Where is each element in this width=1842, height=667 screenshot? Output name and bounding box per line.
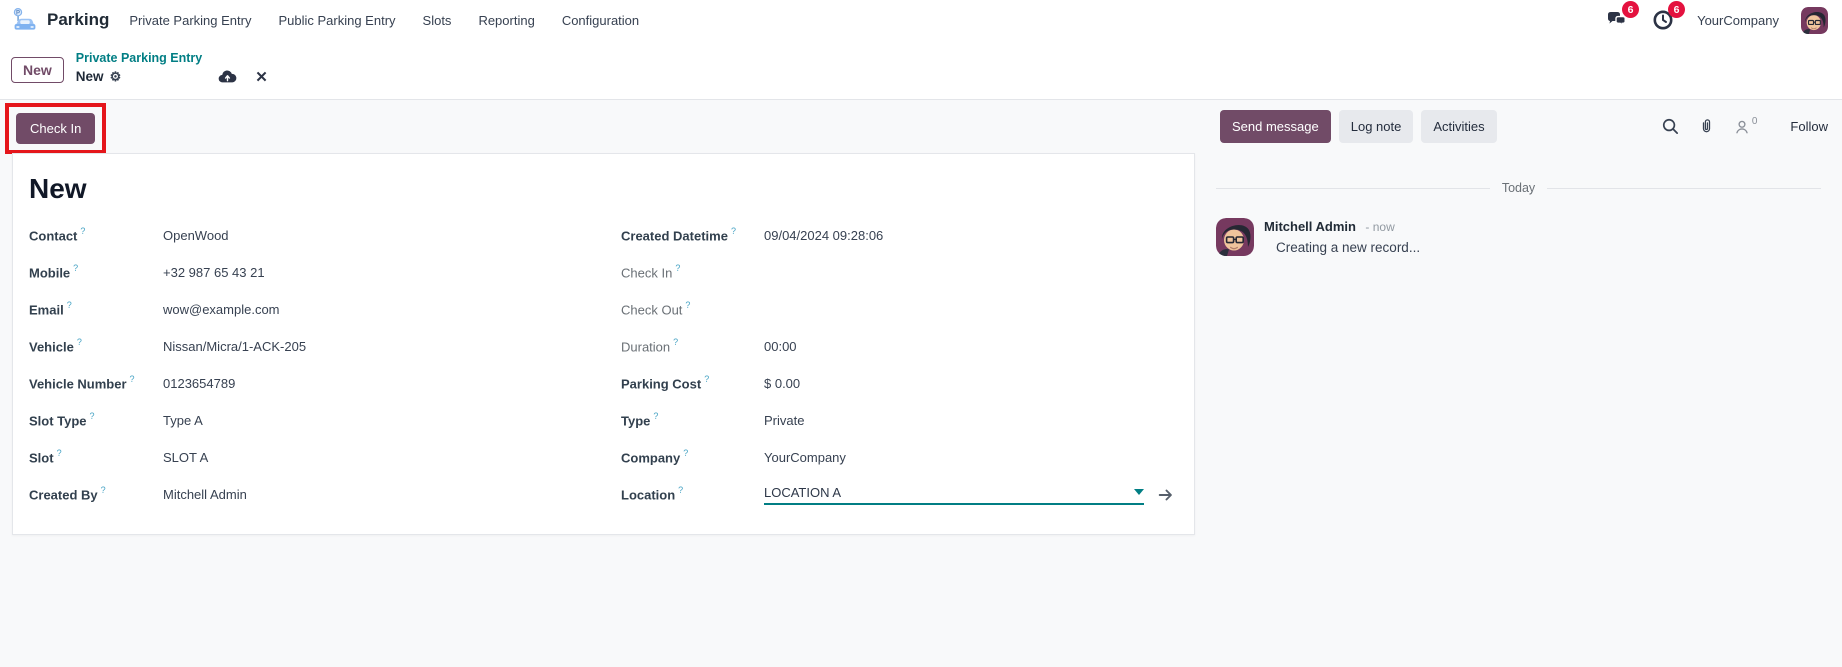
message-body: Creating a new record... [1264, 240, 1420, 255]
field-company: Company? YourCompany [621, 439, 1176, 476]
messages-badge: 6 [1622, 1, 1639, 18]
field-parking-cost: Parking Cost? $ 0.00 [621, 365, 1176, 402]
field-duration: Duration? 00:00 [621, 328, 1176, 365]
main-content: Check In Send message Log note Activitie… [0, 100, 1842, 667]
field-vehicle: Vehicle? Nissan/Micra/1-ACK-205 [29, 328, 621, 365]
help-icon[interactable]: ? [130, 374, 135, 384]
field-created-by-value[interactable]: Mitchell Admin [163, 487, 247, 502]
internal-link-arrow-icon[interactable] [1157, 486, 1175, 504]
field-created-datetime-value[interactable]: 09/04/2024 09:28:06 [764, 228, 883, 243]
field-vehicle-number: Vehicle Number? 0123654789 [29, 365, 621, 402]
menu-configuration[interactable]: Configuration [562, 9, 639, 32]
field-check-out: Check Out? [621, 291, 1176, 328]
help-icon[interactable]: ? [673, 337, 678, 347]
menu-private-parking-entry[interactable]: Private Parking Entry [129, 9, 251, 32]
menu-slots[interactable]: Slots [423, 9, 452, 32]
menu-reporting[interactable]: Reporting [478, 9, 534, 32]
follow-button[interactable]: Follow [1790, 119, 1828, 134]
help-icon[interactable]: ? [90, 411, 95, 421]
help-icon[interactable]: ? [731, 226, 736, 236]
save-cloud-icon[interactable] [217, 67, 238, 88]
field-vehicle-value[interactable]: Nissan/Micra/1-ACK-205 [163, 339, 306, 354]
activities-button[interactable]: Activities [1421, 110, 1496, 143]
field-slot-type: Slot Type? Type A [29, 402, 621, 439]
message-author[interactable]: Mitchell Admin [1264, 219, 1356, 234]
navbar-systray: 6 6 YourCompany [1605, 7, 1828, 34]
help-icon[interactable]: ? [678, 485, 683, 495]
followers-icon[interactable]: 0 [1733, 118, 1758, 136]
menu-public-parking-entry[interactable]: Public Parking Entry [278, 9, 395, 32]
activities-clock-icon[interactable]: 6 [1651, 8, 1675, 32]
date-divider: Today [1216, 181, 1821, 195]
field-location: Location? LOCATION A [621, 476, 1176, 513]
follower-count: 0 [1752, 116, 1758, 127]
field-email-value[interactable]: wow@example.com [163, 302, 280, 317]
field-created-by: Created By? Mitchell Admin [29, 476, 621, 513]
log-note-button[interactable]: Log note [1339, 110, 1414, 143]
new-button[interactable]: New [11, 57, 64, 83]
breadcrumb-parent-link[interactable]: Private Parking Entry [76, 51, 268, 67]
message-time: - now [1365, 220, 1394, 234]
send-message-button[interactable]: Send message [1220, 110, 1331, 143]
chevron-down-icon[interactable] [1134, 489, 1144, 495]
form-right-column: Created Datetime? 09/04/2024 09:28:06 Ch… [621, 217, 1176, 513]
help-icon[interactable]: ? [685, 300, 690, 310]
help-icon[interactable]: ? [67, 300, 72, 310]
record-title: New [29, 172, 1178, 206]
location-input[interactable]: LOCATION A [764, 485, 1144, 505]
field-contact-value[interactable]: OpenWood [163, 228, 229, 243]
help-icon[interactable]: ? [80, 226, 85, 236]
field-check-in: Check In? [621, 254, 1176, 291]
field-contact: Contact? OpenWood [29, 217, 621, 254]
help-icon[interactable]: ? [683, 448, 688, 458]
svg-text:P: P [16, 10, 20, 16]
help-icon[interactable]: ? [73, 263, 78, 273]
field-email: Email? wow@example.com [29, 291, 621, 328]
breadcrumb: Private Parking Entry New ⚙ ✕ [76, 51, 268, 88]
field-type-value[interactable]: Private [764, 413, 804, 428]
main-menu: Private Parking Entry Public Parking Ent… [129, 9, 639, 32]
help-icon[interactable]: ? [101, 485, 106, 495]
date-divider-label: Today [1502, 181, 1535, 195]
field-slot-type-value[interactable]: Type A [163, 413, 203, 428]
field-company-value[interactable]: YourCompany [764, 450, 846, 465]
gear-icon[interactable]: ⚙ [110, 69, 122, 85]
control-panel: New Private Parking Entry New ⚙ ✕ [0, 40, 1842, 100]
field-vehicle-number-value[interactable]: 0123654789 [163, 376, 235, 391]
help-icon[interactable]: ? [675, 263, 680, 273]
location-value: LOCATION A [764, 485, 841, 500]
chatter-thread: Today Mitchell Admin - now [1216, 181, 1821, 256]
user-avatar[interactable] [1801, 7, 1828, 34]
message-author-avatar[interactable] [1216, 218, 1254, 256]
check-in-button[interactable]: Check In [16, 113, 95, 144]
help-icon[interactable]: ? [77, 337, 82, 347]
app-name[interactable]: Parking [47, 10, 109, 30]
form-sheet: New Contact? OpenWood Mobile? +32 987 65… [12, 153, 1195, 535]
help-icon[interactable]: ? [653, 411, 658, 421]
parking-app-icon[interactable]: P [12, 7, 38, 33]
form-left-column: Contact? OpenWood Mobile? +32 987 65 43 … [29, 217, 621, 513]
chatter-message: Mitchell Admin - now Creating a new reco… [1216, 218, 1821, 256]
help-icon[interactable]: ? [57, 448, 62, 458]
field-slot-value[interactable]: SLOT A [163, 450, 208, 465]
chatter-toolbar: Send message Log note Activities 0 [1220, 110, 1828, 143]
field-mobile: Mobile? +32 987 65 43 21 [29, 254, 621, 291]
top-navbar: P Parking Private Parking Entry Public P… [0, 0, 1842, 40]
field-created-datetime: Created Datetime? 09/04/2024 09:28:06 [621, 217, 1176, 254]
field-mobile-value[interactable]: +32 987 65 43 21 [163, 265, 265, 280]
annotation-highlight: Check In [5, 103, 106, 154]
field-duration-value[interactable]: 00:00 [764, 339, 797, 354]
help-icon[interactable]: ? [704, 374, 709, 384]
attachment-paperclip-icon[interactable] [1697, 117, 1716, 136]
discard-icon[interactable]: ✕ [255, 70, 268, 85]
field-type: Type? Private [621, 402, 1176, 439]
activities-badge: 6 [1668, 1, 1685, 18]
field-slot: Slot? SLOT A [29, 439, 621, 476]
breadcrumb-current: New [76, 69, 104, 86]
company-name[interactable]: YourCompany [1697, 13, 1779, 28]
search-messages-icon[interactable] [1661, 117, 1680, 136]
field-parking-cost-value[interactable]: $ 0.00 [764, 376, 800, 391]
messages-icon[interactable]: 6 [1605, 8, 1629, 32]
